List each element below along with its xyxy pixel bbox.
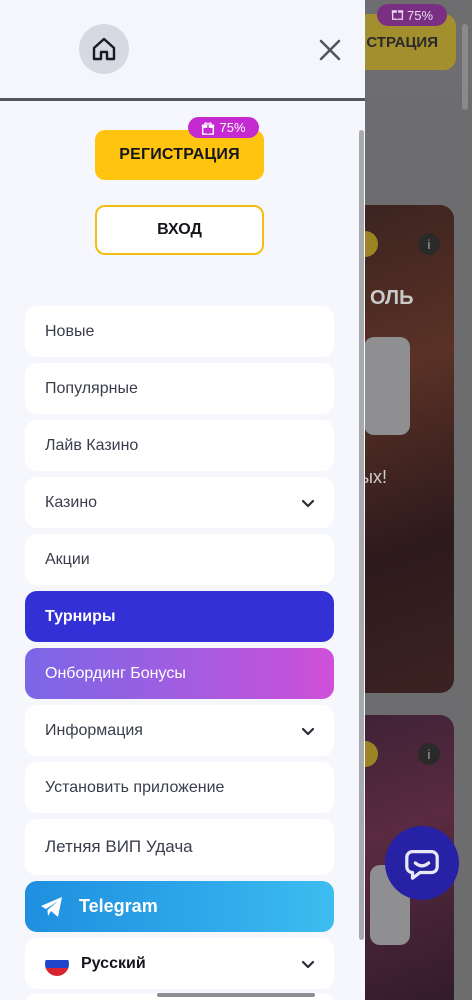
- info-icon: i: [418, 233, 440, 255]
- gift-icon: [202, 121, 215, 135]
- gift-icon: [391, 7, 404, 23]
- menu-item-label: Онбординг Бонусы: [45, 664, 186, 682]
- menu-item-label: Популярные: [45, 379, 138, 397]
- login-label: ВХОД: [157, 221, 202, 238]
- menu-item-information[interactable]: Информация: [25, 705, 334, 756]
- russia-flag-icon: [45, 951, 69, 976]
- login-button[interactable]: ВХОД: [95, 205, 264, 255]
- chevron-down-icon: [301, 960, 315, 968]
- background-card-title: ОЛЬ: [370, 287, 414, 309]
- background-badge-percent: 75%: [406, 7, 434, 23]
- menu-item-label: Казино: [45, 493, 98, 511]
- telegram-button[interactable]: Telegram: [25, 881, 334, 932]
- language-current: Русский: [45, 951, 146, 976]
- bonus-badge-percent: 75%: [219, 120, 246, 135]
- home-indicator: [157, 993, 315, 997]
- background-card-bubble: [364, 337, 410, 435]
- background-bonus-badge: 75%: [377, 4, 447, 26]
- close-icon: [319, 39, 341, 61]
- home-button[interactable]: [79, 24, 129, 74]
- menu-item-install-app[interactable]: Установить приложение: [25, 762, 334, 813]
- home-icon: [92, 37, 116, 61]
- drawer-header: [0, 0, 365, 100]
- menu-item-casino[interactable]: Казино: [25, 477, 334, 528]
- menu-item-label: Турниры: [45, 607, 116, 625]
- drawer-scrollbar[interactable]: [359, 130, 364, 940]
- bonus-badge: 75%: [188, 117, 259, 138]
- telegram-label: Telegram: [79, 896, 158, 916]
- drawer-header-divider: [0, 98, 365, 101]
- menu-item-new[interactable]: Новые: [25, 306, 334, 357]
- menu-item-popular[interactable]: Популярные: [25, 363, 334, 414]
- menu-item-promotions[interactable]: Акции: [25, 534, 334, 585]
- chat-button: [385, 826, 459, 900]
- menu-item-label: Информация: [45, 721, 143, 739]
- menu-item-live-casino[interactable]: Лайв Казино: [25, 420, 334, 471]
- info-icon: i: [418, 743, 440, 765]
- chevron-down-icon: [301, 727, 315, 735]
- navigation-drawer: РЕГИСТРАЦИЯ 75% ВХОД Новые Популярные Ла…: [0, 0, 365, 1000]
- register-label: РЕГИСТРАЦИЯ: [119, 146, 240, 163]
- telegram-icon: [41, 896, 62, 917]
- background-scrollbar: [462, 24, 468, 110]
- menu-item-label: Акции: [45, 550, 90, 568]
- menu-item-onboarding-bonuses[interactable]: Онбординг Бонусы: [25, 648, 334, 699]
- menu-item-label: Лайв Казино: [45, 436, 139, 454]
- language-label: Русский: [81, 954, 146, 972]
- background-register-label: СТРАЦИЯ: [366, 33, 438, 51]
- chevron-down-icon: [301, 499, 315, 507]
- menu-item-label: Установить приложение: [45, 778, 225, 796]
- menu-item-label: Летняя ВИП Удача: [45, 837, 193, 856]
- language-selector[interactable]: Русский: [25, 938, 334, 989]
- menu-item-label: Новые: [45, 322, 95, 340]
- menu-item-tournaments[interactable]: Турниры: [25, 591, 334, 642]
- close-button[interactable]: [314, 34, 346, 66]
- chat-icon: [405, 849, 439, 880]
- menu-item-summer-vip[interactable]: Летняя ВИП Удача: [25, 819, 334, 875]
